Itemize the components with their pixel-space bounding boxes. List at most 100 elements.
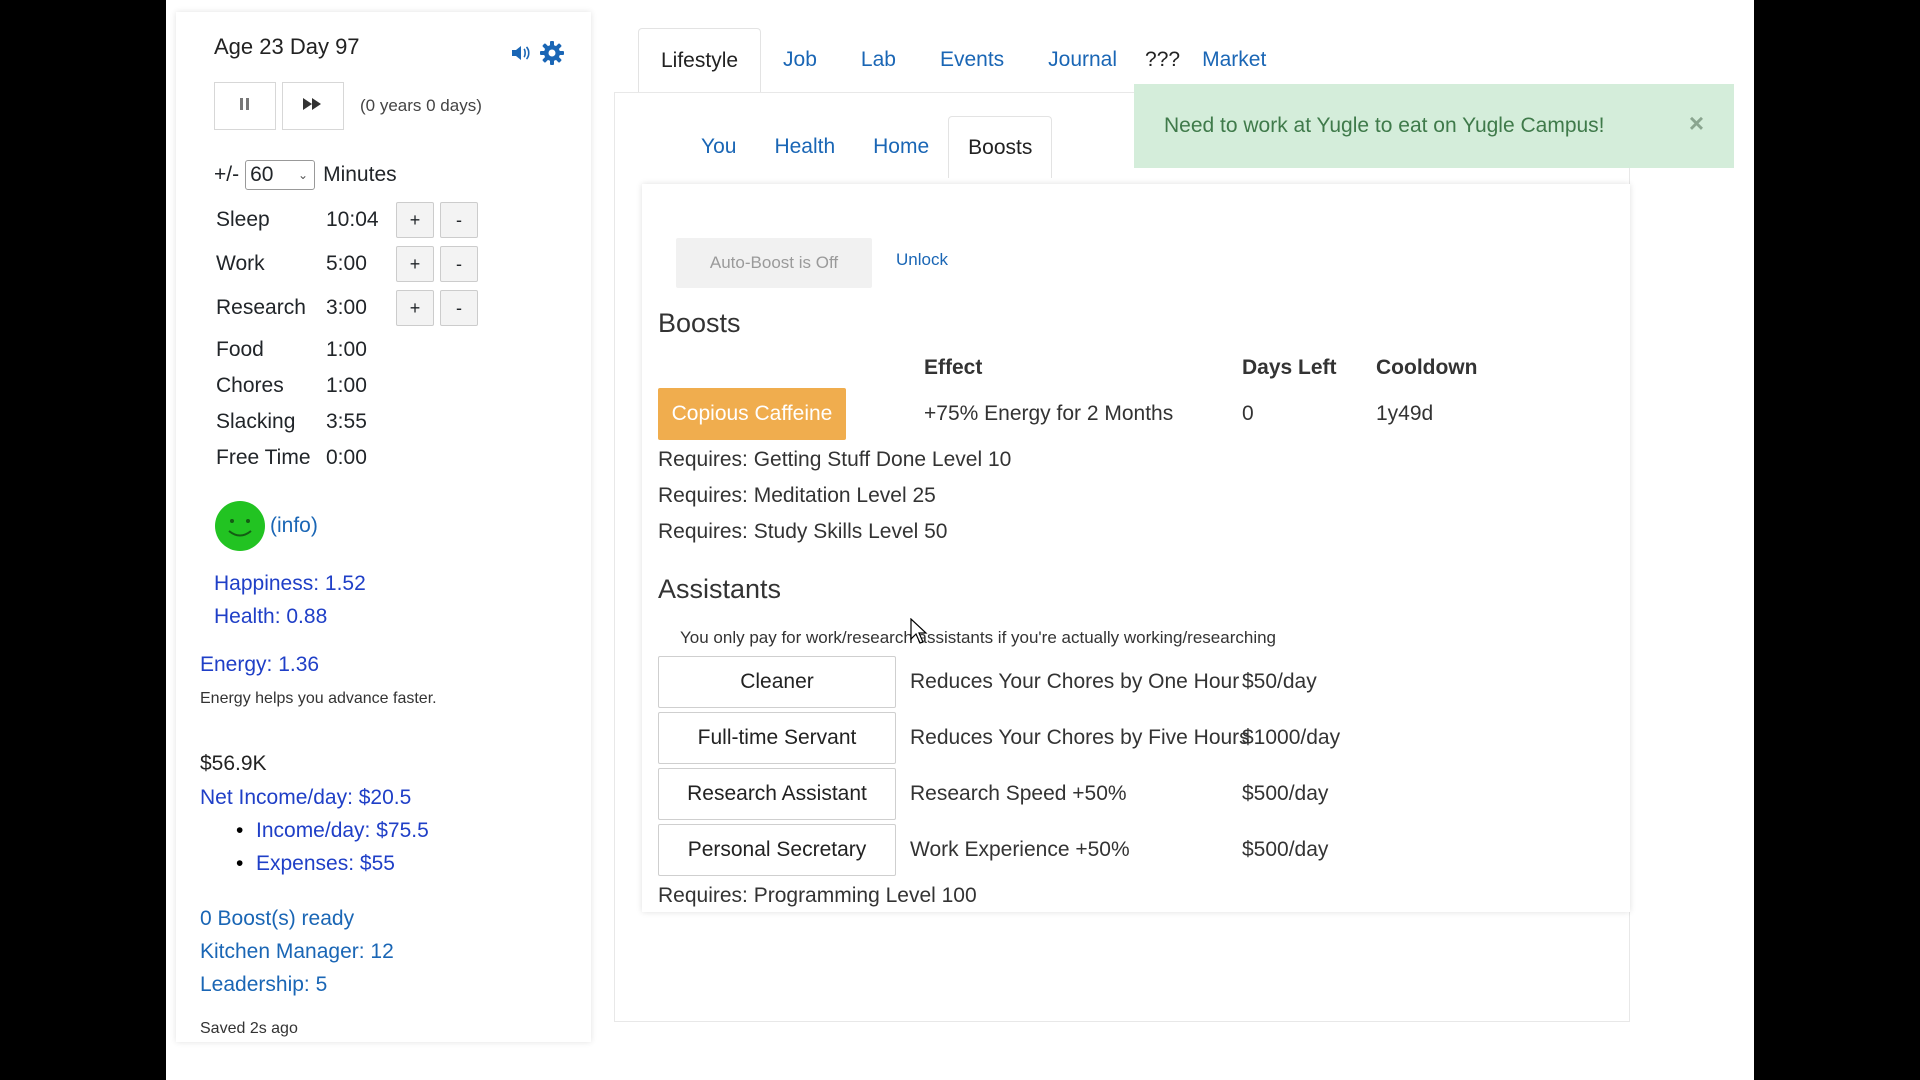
sleep-minus-button[interactable]: - (440, 202, 478, 238)
smiley-icon (214, 500, 266, 552)
time-row-research: Research 3:00 + - (216, 290, 484, 326)
tab-journal[interactable]: Journal (1026, 28, 1139, 92)
assistant-effect: Reduces Your Chores by Five Hours (910, 726, 1250, 749)
research-plus-button[interactable]: + (396, 290, 434, 326)
assistant-cost: $50/day (1242, 670, 1317, 693)
time-value: 0:00 (326, 446, 367, 469)
save-status: Saved 2s ago (200, 1020, 298, 1037)
assistant-cost: $1000/day (1242, 726, 1341, 749)
boosts-ready-link[interactable]: 0 Boost(s) ready (200, 907, 354, 931)
expenses: Expenses: $55 (236, 852, 395, 876)
time-label: Sleep (216, 208, 270, 231)
time-row-food: Food 1:00 (216, 338, 396, 362)
pause-icon (239, 97, 251, 115)
assistant-effect: Reduces Your Chores by One Hour (910, 670, 1240, 693)
time-label: Chores (216, 374, 284, 397)
toast-message: Need to work at Yugle to eat on Yugle Ca… (1164, 114, 1605, 137)
tab-lifestyle[interactable]: Lifestyle (638, 28, 762, 92)
research-minus-button[interactable]: - (440, 290, 478, 326)
close-icon[interactable]: × (1689, 108, 1704, 139)
age-label: Age 23 Day 97 (214, 34, 360, 59)
boosts-heading: Boosts (658, 308, 741, 338)
gear-icon[interactable] (539, 40, 565, 66)
minutes-value: 60 (250, 163, 274, 186)
subtab-you[interactable]: You (682, 116, 755, 178)
cleaner-button[interactable]: Cleaner (658, 656, 896, 708)
tab-unknown[interactable]: ??? (1139, 28, 1186, 92)
top-icons (509, 40, 565, 66)
subtab-health[interactable]: Health (755, 116, 854, 178)
notification-toast: Need to work at Yugle to eat on Yugle Ca… (1134, 84, 1734, 168)
research-assistant-button[interactable]: Research Assistant (658, 768, 896, 820)
income-per-day: Income/day: $75.5 (236, 819, 429, 843)
main-tabs: Lifestyle Job Lab Events Journal ??? Mar… (638, 28, 1288, 92)
net-income: Net Income/day: $20.5 (200, 786, 412, 809)
health-stat: Health: 0.88 (214, 605, 328, 628)
leadership-stat: Leadership: 5 (200, 973, 328, 996)
time-value: 1:00 (326, 338, 367, 361)
assistants-heading: Assistants (658, 574, 782, 604)
subtab-home[interactable]: Home (854, 116, 948, 178)
col-effect: Effect (924, 356, 983, 379)
work-minus-button[interactable]: - (440, 246, 478, 282)
assistants-note: You only pay for work/research assistant… (680, 628, 1277, 647)
assistant-cost: $500/day (1242, 782, 1329, 805)
time-value: 10:04 (326, 208, 379, 231)
col-days-left: Days Left (1242, 356, 1337, 379)
col-cooldown: Cooldown (1376, 356, 1478, 379)
time-row-sleep: Sleep 10:04 + - (216, 202, 484, 238)
assistant-cost: $500/day (1242, 838, 1329, 861)
minutes-select[interactable]: 60 ⌄ (245, 160, 316, 190)
time-row-slacking: Slacking 3:55 (216, 410, 396, 434)
boost-effect: +75% Energy for 2 Months (924, 402, 1174, 425)
personal-secretary-button[interactable]: Personal Secretary (658, 824, 896, 876)
tab-events[interactable]: Events (918, 28, 1026, 92)
time-label: Work (216, 252, 265, 275)
time-row-chores: Chores 1:00 (216, 374, 396, 398)
chevron-down-icon: ⌄ (298, 168, 309, 182)
fast-forward-icon (302, 97, 324, 115)
boost-requirement: Requires: Study Skills Level 50 (658, 520, 948, 543)
time-label: Free Time (216, 446, 311, 469)
elapsed-time: (0 years 0 days) (360, 96, 482, 115)
copious-caffeine-button[interactable]: Copious Caffeine (658, 388, 846, 440)
time-value: 5:00 (326, 252, 367, 275)
minutes-label: Minutes (323, 163, 397, 186)
tab-market[interactable]: Market (1186, 28, 1288, 92)
tab-job[interactable]: Job (761, 28, 839, 92)
assistant-effect: Work Experience +50% (910, 838, 1130, 861)
sleep-plus-button[interactable]: + (396, 202, 434, 238)
boost-requirement: Requires: Meditation Level 25 (658, 484, 936, 507)
money-total: $56.9K (200, 752, 267, 775)
time-value: 1:00 (326, 374, 367, 397)
unlock-link[interactable]: Unlock (896, 250, 948, 270)
mouse-cursor-icon (910, 617, 928, 649)
time-label: Research (216, 296, 306, 319)
time-value: 3:00 (326, 296, 367, 319)
time-controls (214, 82, 344, 130)
work-plus-button[interactable]: + (396, 246, 434, 282)
kitchen-manager-stat: Kitchen Manager: 12 (200, 940, 394, 963)
time-label: Food (216, 338, 264, 361)
minutes-prefix: +/- (214, 163, 240, 186)
full-time-servant-button[interactable]: Full-time Servant (658, 712, 896, 764)
boost-cooldown: 1y49d (1376, 402, 1434, 425)
minutes-row: +/- 60 ⌄ Minutes (214, 160, 397, 190)
assistant-effect: Research Speed +50% (910, 782, 1127, 805)
speaker-icon[interactable] (509, 42, 531, 64)
status-sidebar: Age 23 Day 97 (0 years 0 days) +/- 60 ⌄ … (176, 12, 591, 1042)
subtab-boosts[interactable]: Boosts (948, 116, 1053, 178)
auto-boost-toggle[interactable]: Auto-Boost is Off (676, 238, 872, 288)
boost-requirement: Requires: Getting Stuff Done Level 10 (658, 448, 1012, 471)
lifestyle-subtabs: You Health Home Boosts (682, 116, 1053, 178)
time-value: 3:55 (326, 410, 367, 433)
time-label: Slacking (216, 410, 296, 433)
pause-button[interactable] (214, 82, 276, 130)
fast-forward-button[interactable] (282, 82, 344, 130)
tab-lab[interactable]: Lab (839, 28, 918, 92)
time-row-work: Work 5:00 + - (216, 246, 484, 282)
energy-note: Energy helps you advance faster. (200, 690, 437, 707)
mood-info-link[interactable]: (info) (270, 514, 318, 538)
assistant-requirement: Requires: Programming Level 100 (658, 884, 977, 907)
energy-stat: Energy: 1.36 (200, 653, 320, 676)
